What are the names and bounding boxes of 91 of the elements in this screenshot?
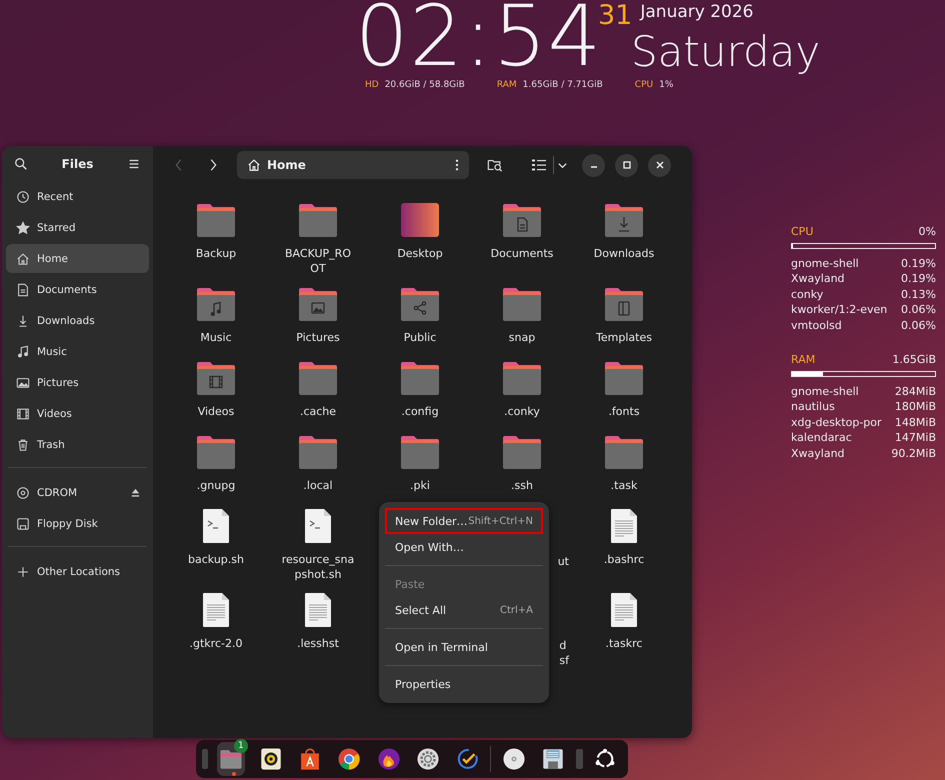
process-value: 0.19% <box>901 256 936 271</box>
file-label: Music <box>200 330 232 345</box>
file-label: Backup <box>196 246 236 261</box>
stat-value: 1.65GiB / 7.71GiB <box>522 80 603 90</box>
monitor-value: 1.65GiB <box>892 352 936 368</box>
menu-item[interactable]: Select All Ctrl+A <box>385 597 543 623</box>
month-year: January 2026 <box>640 4 754 21</box>
file-label: .config <box>401 404 439 419</box>
sidebar-item[interactable]: Videos <box>6 399 149 428</box>
day-number: 31 <box>598 2 632 29</box>
file-label: .bashrc <box>604 552 644 567</box>
shortcut-label: Shift+Ctrl+N <box>468 516 533 526</box>
menu-item[interactable]: Open With… <box>385 534 543 560</box>
menu-item-label: Open in Terminal <box>395 640 488 654</box>
stat-label: RAM <box>496 80 517 90</box>
process-name: Xwayland <box>791 271 845 286</box>
process-name: gnome-shell <box>791 256 859 271</box>
stat-label: CPU <box>634 80 654 90</box>
file-label: Public <box>404 330 436 345</box>
process-value: 284MiB <box>894 384 936 399</box>
menu-item-label: Select All <box>395 604 446 616</box>
process-value: 180MiB <box>894 399 936 414</box>
sidebar-item[interactable]: Other Locations <box>6 557 149 586</box>
file-label: .task <box>610 478 638 493</box>
process-value: 147MiB <box>894 430 936 446</box>
file-label: d sf <box>559 638 569 668</box>
menu-item-label: Paste <box>395 578 425 590</box>
file-label: .local <box>303 478 333 493</box>
dock-item[interactable]: 1 <box>217 742 245 776</box>
file-label: .cache <box>300 404 336 419</box>
process-name: nautilus <box>791 399 835 414</box>
menu-item[interactable]: Properties <box>385 671 543 697</box>
menu-item[interactable]: New Folder…Shift+Ctrl+N <box>385 508 543 534</box>
process-name: gnome-shell <box>791 384 859 399</box>
menu-item-label: Open With… <box>395 540 464 554</box>
notification-badge: 1 <box>234 739 248 753</box>
file-label: Documents <box>490 246 554 261</box>
process-name: Xwayland <box>791 446 845 461</box>
process-value: 148MiB <box>894 414 936 430</box>
file-label: Templates <box>596 330 652 345</box>
process-name: vmtoolsd <box>791 318 842 333</box>
file-label: ut <box>558 554 569 569</box>
process-value: 90.2MiB <box>891 446 936 461</box>
shortcut-label: Ctrl+A <box>500 604 533 616</box>
process-value: 0.06% <box>901 302 936 318</box>
stat-value: 1% <box>659 80 674 90</box>
sidebar-item[interactable]: Recent <box>6 182 149 211</box>
process-value: 0.19% <box>901 271 936 286</box>
file-label: Desktop <box>397 246 443 261</box>
process-value: 0.13% <box>901 286 936 302</box>
menu-item-label: Properties <box>395 678 451 690</box>
menu-item-label: New Folder… <box>395 514 468 528</box>
menu-item[interactable]: Open in Terminal <box>385 634 543 660</box>
sidebar-item[interactable]: Downloads <box>6 306 149 335</box>
file-label: .gtkrc-2.0 <box>190 636 242 651</box>
weekday: Saturday <box>631 31 820 73</box>
file-label: backup.sh <box>188 552 244 567</box>
file-label: .pki <box>410 478 430 493</box>
monitor-value: 0% <box>918 224 936 240</box>
monitor-label: CPU <box>791 224 814 240</box>
sidebar-item[interactable]: Home <box>6 244 149 273</box>
file-label: Downloads <box>594 246 654 261</box>
process-name: kworker/1:2-even <box>791 302 888 318</box>
monitor-label: RAM <box>791 352 816 368</box>
sidebar-item[interactable]: Documents <box>6 275 149 304</box>
window-title: Files <box>62 157 94 171</box>
path-label: Home <box>267 158 307 172</box>
sidebar-item[interactable]: Floppy Disk <box>6 509 149 538</box>
sidebar-item[interactable]: Music <box>6 337 149 366</box>
file-label: .ssh <box>511 478 533 493</box>
process-name: conky <box>791 286 824 302</box>
sidebar-item[interactable]: CDROM <box>6 478 149 507</box>
stat-value: 20.6GiB / 58.8GiB <box>384 80 465 90</box>
file-label: snap <box>508 330 536 345</box>
stat-label: HD <box>365 80 379 90</box>
process-value: 0.06% <box>901 318 936 333</box>
file-label: BACKUP_RO OT <box>285 246 351 276</box>
file-label: Pictures <box>296 330 340 345</box>
sidebar-item[interactable]: Pictures <box>6 368 149 397</box>
process-name: kalendarac <box>791 430 852 446</box>
file-label: Videos <box>198 404 234 419</box>
process-name: xdg-desktop-por <box>791 414 882 430</box>
file-label: .conky <box>504 404 540 419</box>
sidebar-item[interactable]: Starred <box>6 213 149 242</box>
file-label: .taskrc <box>606 636 642 651</box>
file-label: .lesshst <box>297 636 339 651</box>
file-label: .gnupg <box>196 478 236 493</box>
file-label: resource_sna pshot.sh <box>282 552 354 582</box>
file-label: .fonts <box>608 404 640 419</box>
path-bar[interactable]: Home <box>237 151 469 179</box>
sidebar-item[interactable]: Trash <box>6 430 149 459</box>
